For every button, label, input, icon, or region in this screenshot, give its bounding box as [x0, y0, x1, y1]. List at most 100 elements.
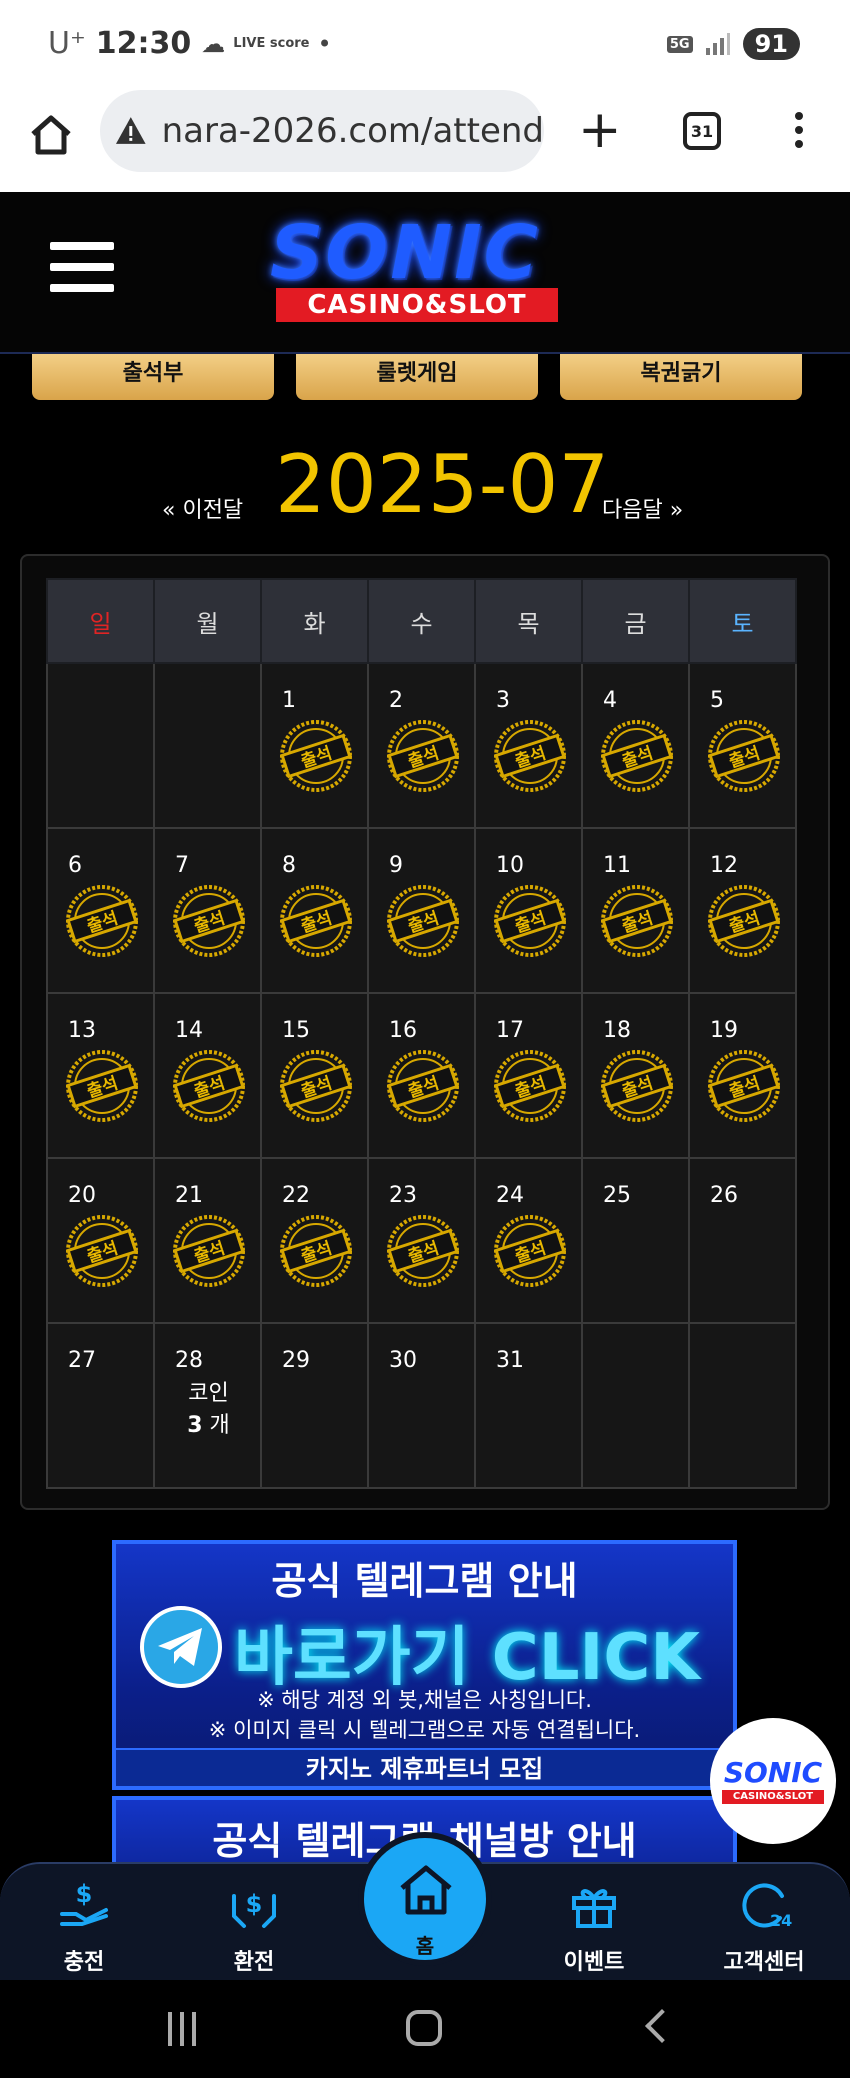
charge-nav-button[interactable]: $ 충전	[24, 1876, 144, 1976]
recent-apps-icon[interactable]	[168, 2012, 204, 2046]
home-label: 홈	[415, 1934, 435, 1958]
support-24h-icon: 24	[742, 1883, 792, 1930]
support-label: 고객센터	[723, 1950, 805, 1975]
svg-text:$: $	[246, 1890, 263, 1918]
day-number: 24	[496, 1183, 524, 1208]
system-navigation-bar	[0, 1980, 850, 2078]
calendar-week-row: 6 출석 7 출석 8 출석 9 출석 10 출석 11 출석 12 출석	[46, 827, 797, 994]
calendar-day-cell: 21 출석	[153, 1157, 262, 1324]
attendance-calendar: 일 월 화 수 목 금 토 1 출석 2 출석 3 출석 4 출석 5 출석 6 출석 7 출석 8 출석 9 출…	[20, 554, 830, 1510]
day-number: 14	[175, 1018, 203, 1043]
day-number: 21	[175, 1183, 203, 1208]
calendar-day-cell	[581, 1322, 690, 1489]
calendar-day-cell: 11 출석	[581, 827, 690, 994]
event-nav-button[interactable]: 이벤트	[534, 1876, 654, 1976]
attendance-stamp-icon: 출석	[494, 720, 566, 792]
calendar-day-cell: 30	[367, 1322, 476, 1489]
lottery-scratch-tab[interactable]: 복권긁기	[560, 354, 802, 400]
event-label: 이벤트	[563, 1950, 625, 1975]
weekday-header: 토	[688, 578, 797, 664]
prev-month-link[interactable]: « 이전달	[162, 492, 243, 524]
back-icon[interactable]	[645, 2009, 679, 2043]
calendar-day-cell	[46, 662, 155, 829]
day-number: 29	[282, 1348, 310, 1373]
attendance-stamp-icon: 출석	[601, 1050, 673, 1122]
calendar-day-cell: 4 출석	[581, 662, 690, 829]
tab-switcher-button[interactable]: 31	[683, 112, 721, 150]
attendance-stamp-icon: 출석	[494, 1050, 566, 1122]
calendar-day-cell: 20 출석	[46, 1157, 155, 1324]
day-number: 23	[389, 1183, 417, 1208]
attendance-tab[interactable]: 출석부	[32, 354, 274, 400]
attendance-stamp-icon: 출석	[708, 1050, 780, 1122]
calendar-day-cell: 5 출석	[688, 662, 797, 829]
hamburger-menu-icon[interactable]	[50, 242, 114, 296]
support-nav-button[interactable]: 24 고객센터	[704, 1876, 824, 1976]
calendar-day-cell: 24 출석	[474, 1157, 583, 1324]
attendance-stamp-icon: 출석	[387, 720, 459, 792]
day-number: 30	[389, 1348, 417, 1373]
day-number: 3	[496, 688, 510, 713]
site-logo[interactable]: SONIC CASINO&SLOT	[240, 214, 585, 324]
attendance-stamp-icon: 출석	[708, 885, 780, 957]
dot-icon: •	[317, 29, 332, 58]
site-header: SONIC CASINO&SLOT	[0, 192, 850, 354]
day-number: 13	[68, 1018, 96, 1043]
warning-icon[interactable]	[114, 114, 148, 148]
carrier-label: U⁺	[48, 26, 86, 61]
calendar-day-cell	[153, 662, 262, 829]
calendar-day-cell: 18 출석	[581, 992, 690, 1159]
calendar-week-row: 27 28 코인 3 개 29 30 31	[46, 1322, 797, 1489]
day-number: 20	[68, 1183, 96, 1208]
weekday-header: 월	[153, 578, 262, 664]
calendar-week-row: 1 출석 2 출석 3 출석 4 출석 5 출석	[46, 662, 797, 829]
coin-reward: 코인 3 개	[155, 1378, 262, 1442]
calendar-day-cell: 31	[474, 1322, 583, 1489]
attendance-stamp-icon: 출석	[387, 885, 459, 957]
telegram-banner[interactable]: 공식 텔레그램 안내 바로가기 CLICK ※ 해당 계정 외 봇,채널은 사칭…	[112, 1540, 737, 1790]
float-logo-sub: CASINO&SLOT	[722, 1790, 824, 1804]
attendance-stamp-icon: 출석	[494, 1215, 566, 1287]
house-icon	[400, 1865, 452, 1915]
network-type-badge: 5G	[666, 35, 693, 53]
more-menu-icon[interactable]	[795, 112, 805, 152]
exchange-label: 환전	[233, 1950, 275, 1975]
exchange-nav-button[interactable]: $ 환전	[194, 1876, 314, 1976]
system-home-icon[interactable]	[406, 2010, 442, 2046]
home-icon[interactable]	[28, 112, 74, 158]
calendar-day-cell: 14 출석	[153, 992, 262, 1159]
browser-toolbar: nara-2026.com/attend + 31	[0, 90, 850, 192]
attendance-stamp-icon: 출석	[601, 720, 673, 792]
day-number: 31	[496, 1348, 524, 1373]
home-nav-button[interactable]: 홈	[358, 1832, 492, 1966]
attendance-stamp-icon: 출석	[280, 720, 352, 792]
next-month-link[interactable]: 다음달 »	[602, 492, 683, 524]
attendance-stamp-icon: 출석	[173, 885, 245, 957]
live-score-icon: LIVE score	[233, 36, 310, 51]
calendar-day-cell: 3 출석	[474, 662, 583, 829]
new-tab-icon[interactable]: +	[578, 104, 622, 156]
calendar-day-cell: 13 출석	[46, 992, 155, 1159]
day-number: 4	[603, 688, 617, 713]
url-text[interactable]: nara-2026.com/attend	[162, 111, 544, 151]
calendar-day-cell: 6 출석	[46, 827, 155, 994]
day-number: 2	[389, 688, 403, 713]
calendar-day-cell: 26	[688, 1157, 797, 1324]
roulette-tab[interactable]: 룰렛게임	[296, 354, 538, 400]
day-number: 18	[603, 1018, 631, 1043]
calendar-day-cell: 16 출석	[367, 992, 476, 1159]
gift-icon	[572, 1889, 616, 1928]
weekday-header: 목	[474, 578, 583, 664]
battery-indicator: 91	[742, 28, 800, 60]
floating-logo-button[interactable]: SONIC CASINO&SLOT	[710, 1718, 836, 1844]
calendar-day-cell: 19 출석	[688, 992, 797, 1159]
calendar-day-cell: 22 출석	[260, 1157, 369, 1324]
charge-label: 충전	[63, 1950, 105, 1975]
url-bar[interactable]: nara-2026.com/attend	[100, 90, 544, 172]
top-menu: 출석부 룰렛게임 복권긁기	[0, 354, 850, 400]
attendance-stamp-icon: 출석	[66, 1050, 138, 1122]
screen: U⁺ 12:30 ☁ LIVE score • 5G 91 nara-2026.…	[0, 0, 850, 2078]
attendance-stamp-icon: 출석	[387, 1050, 459, 1122]
weekday-header: 수	[367, 578, 476, 664]
day-number: 25	[603, 1183, 631, 1208]
